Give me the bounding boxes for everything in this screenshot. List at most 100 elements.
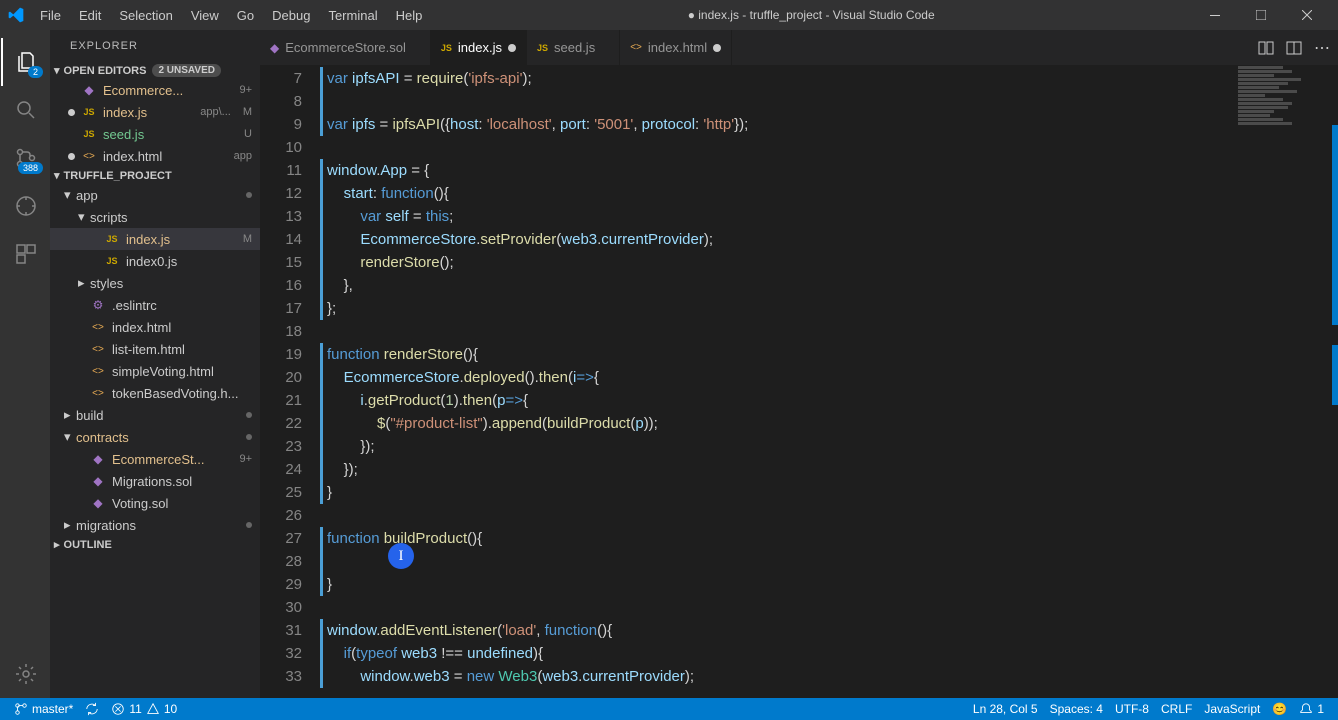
code-line[interactable]: function buildProduct(){ <box>320 527 1338 550</box>
close-button[interactable] <box>1284 0 1330 30</box>
tab[interactable]: ◆EcommerceStore.sol <box>260 30 431 65</box>
chevron-down-icon: ▾ <box>64 187 76 203</box>
code-line[interactable]: function renderStore(){ <box>320 343 1338 366</box>
code-line[interactable] <box>320 504 1338 527</box>
menu-view[interactable]: View <box>183 4 227 27</box>
tab[interactable]: JSseed.js <box>527 30 620 65</box>
javascript-icon: JS <box>104 234 120 244</box>
compare-icon[interactable] <box>1258 40 1274 56</box>
code-line[interactable]: }); <box>320 435 1338 458</box>
status-cursor[interactable]: Ln 28, Col 5 <box>967 698 1044 720</box>
tree-file[interactable]: <>list-item.html <box>50 338 260 360</box>
menu-terminal[interactable]: Terminal <box>320 4 385 27</box>
open-editor-item[interactable]: JSseed.jsU <box>50 123 260 145</box>
project-header[interactable]: ▾ TRUFFLE_PROJECT <box>50 167 260 184</box>
minimize-button[interactable] <box>1192 0 1238 30</box>
tree-folder[interactable]: ▾app <box>50 184 260 206</box>
scrollbar[interactable] <box>1324 65 1338 698</box>
code-line[interactable]: renderStore(); <box>320 251 1338 274</box>
activity-explorer[interactable]: 2 <box>1 38 49 86</box>
tree-file[interactable]: ◆Voting.sol <box>50 492 260 514</box>
tree-file[interactable]: <>tokenBasedVoting.h... <box>50 382 260 404</box>
status-branch[interactable]: master* <box>8 698 79 720</box>
open-editor-item[interactable]: JSindex.jsapp\...M <box>50 101 260 123</box>
maximize-button[interactable] <box>1238 0 1284 30</box>
tree-label: app <box>76 188 246 203</box>
code-content[interactable]: var ipfsAPI = require('ipfs-api'); var ip… <box>320 65 1338 698</box>
tree-file[interactable]: <>simpleVoting.html <box>50 360 260 382</box>
tab-label: seed.js <box>554 40 595 55</box>
code-line[interactable]: var ipfsAPI = require('ipfs-api'); <box>320 67 1338 90</box>
code-line[interactable]: }, <box>320 274 1338 297</box>
menu-selection[interactable]: Selection <box>111 4 180 27</box>
code-line[interactable]: var ipfs = ipfsAPI({host: 'localhost', p… <box>320 113 1338 136</box>
activity-scm[interactable]: 388 <box>1 134 49 182</box>
code-line[interactable]: } <box>320 573 1338 596</box>
activity-settings[interactable] <box>1 650 49 698</box>
editor-body[interactable]: 7891011121314151617181920212223242526272… <box>260 65 1338 698</box>
bell-icon <box>1299 702 1313 716</box>
status-spaces[interactable]: Spaces: 4 <box>1044 698 1109 720</box>
tree-file[interactable]: <>index.html <box>50 316 260 338</box>
status-notifications[interactable]: 1 <box>1293 698 1330 720</box>
outline-header[interactable]: ▸ OUTLINE <box>50 536 260 553</box>
code-line[interactable]: var self = this; <box>320 205 1338 228</box>
status-lang[interactable]: JavaScript <box>1198 698 1266 720</box>
code-line[interactable]: }); <box>320 458 1338 481</box>
tree-folder[interactable]: ▾contracts <box>50 426 260 448</box>
code-line[interactable]: EcommerceStore.setProvider(web3.currentP… <box>320 228 1338 251</box>
more-icon[interactable]: ⋯ <box>1314 38 1330 58</box>
menu-file[interactable]: File <box>32 4 69 27</box>
status-feedback[interactable]: 😊 <box>1266 698 1293 720</box>
code-line[interactable] <box>320 320 1338 343</box>
status-sync[interactable] <box>79 698 105 720</box>
tree-file[interactable]: ⚙.eslintrc <box>50 294 260 316</box>
menu-help[interactable]: Help <box>388 4 431 27</box>
menu-debug[interactable]: Debug <box>264 4 318 27</box>
code-line[interactable]: start: function(){ <box>320 182 1338 205</box>
tree-file[interactable]: ◆EcommerceSt...9+ <box>50 448 260 470</box>
tree-file[interactable]: ◆Migrations.sol <box>50 470 260 492</box>
tree-folder[interactable]: ▸styles <box>50 272 260 294</box>
open-editor-item[interactable]: <>index.htmlapp <box>50 145 260 167</box>
tree-file[interactable]: JSindex0.js <box>50 250 260 272</box>
html-icon: <> <box>630 42 642 53</box>
code-line[interactable]: } <box>320 481 1338 504</box>
tree-file[interactable]: JSindex.jsM <box>50 228 260 250</box>
open-editor-item[interactable]: ◆Ecommerce...9+ <box>50 79 260 101</box>
activity-debug[interactable] <box>1 182 49 230</box>
tab[interactable]: JSindex.js <box>431 30 527 65</box>
code-line[interactable] <box>320 596 1338 619</box>
scm-badge: 388 <box>18 162 43 174</box>
tab[interactable]: <>index.html <box>620 30 732 65</box>
menu-go[interactable]: Go <box>229 4 262 27</box>
code-line[interactable]: }; <box>320 297 1338 320</box>
code-line[interactable]: window.App = { <box>320 159 1338 182</box>
sync-icon <box>85 702 99 716</box>
tree-folder[interactable]: ▸migrations <box>50 514 260 536</box>
code-line[interactable] <box>320 550 1338 573</box>
html-icon: <> <box>90 388 106 399</box>
tree-folder[interactable]: ▸build <box>50 404 260 426</box>
code-line[interactable] <box>320 136 1338 159</box>
status-problems[interactable]: 11 10 <box>105 698 183 720</box>
code-line[interactable]: i.getProduct(1).then(p=>{ <box>320 389 1338 412</box>
code-line[interactable]: $("#product-list").append(buildProduct(p… <box>320 412 1338 435</box>
tree-label: styles <box>90 276 260 291</box>
code-line[interactable]: if(typeof web3 !== undefined){ <box>320 642 1338 665</box>
minimap[interactable] <box>1234 65 1324 625</box>
open-editors-header[interactable]: ▾ OPEN EDITORS 2 UNSAVED <box>50 62 260 79</box>
activity-search[interactable] <box>1 86 49 134</box>
status-eol[interactable]: CRLF <box>1155 698 1198 720</box>
code-line[interactable]: window.addEventListener('load', function… <box>320 619 1338 642</box>
split-editor-icon[interactable] <box>1286 40 1302 56</box>
status-encoding[interactable]: UTF-8 <box>1109 698 1155 720</box>
code-line[interactable]: EcommerceStore.deployed().then(i=>{ <box>320 366 1338 389</box>
tree-folder[interactable]: ▾scripts <box>50 206 260 228</box>
menu-edit[interactable]: Edit <box>71 4 109 27</box>
window-title: ● index.js - truffle_project - Visual St… <box>430 8 1192 22</box>
code-line[interactable] <box>320 90 1338 113</box>
chevron-down-icon: ▾ <box>54 64 60 77</box>
activity-extensions[interactable] <box>1 230 49 278</box>
code-line[interactable]: window.web3 = new Web3(web3.currentProvi… <box>320 665 1338 688</box>
